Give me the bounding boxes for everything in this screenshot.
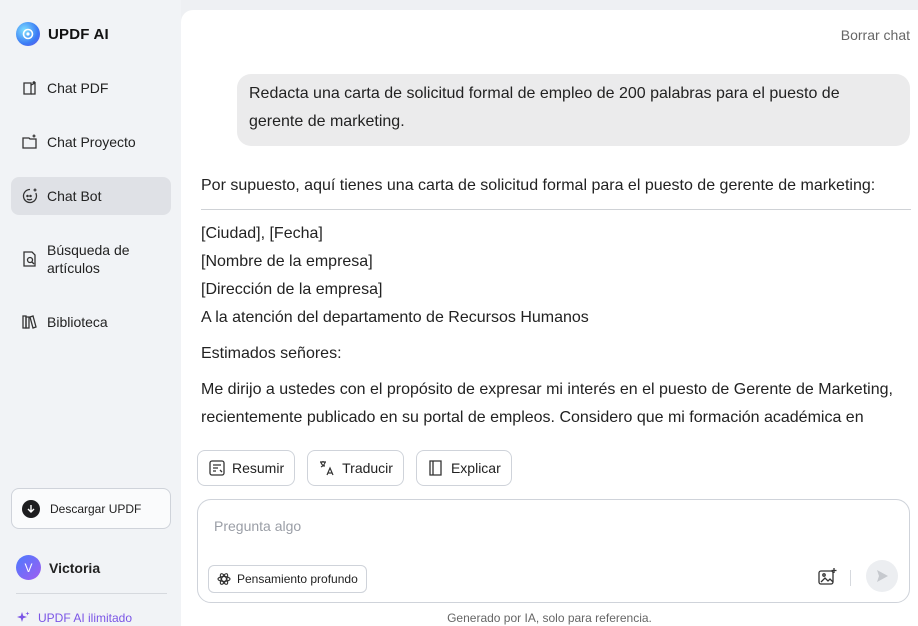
unlimited-label: UPDF AI ilimitado [38,611,133,625]
sidebar-item-label: Chat Bot [47,188,102,204]
send-button[interactable] [866,560,898,592]
chat-project-icon [21,133,39,151]
explain-label: Explicar [450,460,501,476]
download-label: Descargar UPDF [50,501,142,516]
image-plus-icon [818,568,837,585]
user-name: Victoria [49,559,101,576]
summarize-label: Resumir [232,460,285,476]
answer-divider [201,209,911,210]
deep-thinking-toggle[interactable]: Pensamiento profundo [208,565,367,593]
sidebar-item-library[interactable]: Biblioteca [11,303,171,341]
user-message: Redacta una carta de solicitud formal de… [237,74,910,146]
translate-label: Traducir [342,460,393,476]
composer: Pensamiento profundo [197,499,910,603]
book-icon [429,460,442,476]
avatar: V [16,555,41,580]
translate-icon [320,461,334,476]
deep-thinking-label: Pensamiento profundo [237,572,358,586]
summarize-button[interactable]: Resumir [197,450,296,486]
answer-greeting: Estimados señores: [201,345,342,362]
answer-line: [Nombre de la empresa] [201,253,373,270]
download-icon [22,499,40,518]
divider [850,570,851,586]
brand-name: UPDF AI [48,25,109,43]
sidebar-item-chat-bot[interactable]: Chat Bot [11,177,171,215]
sidebar-item-article-search[interactable]: Búsqueda de artículos [11,236,171,282]
user-profile[interactable]: V Victoria [16,555,100,580]
library-icon [21,313,39,331]
chat-pdf-icon [21,79,39,97]
question-input[interactable] [214,514,874,538]
upload-image-button[interactable] [816,566,838,588]
answer-line: A la atención del departamento de Recurs… [201,309,589,326]
chat-bot-icon [21,187,39,205]
clear-chat-button[interactable]: Borrar chat [841,27,910,43]
download-updf-button[interactable]: Descargar UPDF [11,488,171,529]
answer-intro: Por supuesto, aquí tienes una carta de s… [201,177,876,194]
updf-logo-icon [16,22,40,46]
sidebar-item-label: Chat Proyecto [47,134,136,150]
sidebar-item-label: Chat PDF [47,80,109,96]
translate-button[interactable]: Traducir [307,450,404,486]
answer-body: Me dirijo a ustedes con el propósito de … [201,381,893,426]
answer-line: [Dirección de la empresa] [201,281,383,298]
answer-address-block: [Ciudad], [Fecha] [Nombre de la empresa]… [201,220,911,332]
summarize-icon [209,460,225,476]
explain-button[interactable]: Explicar [415,450,512,486]
answer-line: [Ciudad], [Fecha] [201,225,323,242]
atom-icon [217,573,231,585]
unlimited-upgrade-link[interactable]: UPDF AI ilimitado [16,611,132,625]
divider [16,593,167,594]
sidebar-item-chat-pdf[interactable]: Chat PDF [11,69,171,107]
sidebar: UPDF AI Chat PDF Chat Proyecto Chat Bot … [0,0,181,626]
sparkle-icon [17,611,30,622]
chat-panel: Borrar chat Redacta una carta de solicit… [181,10,918,626]
article-search-icon [21,250,39,268]
sidebar-item-label: Biblioteca [47,314,108,330]
quick-actions: Resumir Traducir Explicar [197,450,512,486]
send-icon [877,570,888,582]
ai-disclaimer: Generado por IA, solo para referencia. [447,611,652,625]
sidebar-item-chat-project[interactable]: Chat Proyecto [11,123,171,161]
sidebar-item-label: Búsqueda de artículos [47,242,130,276]
ai-answer: Por supuesto, aquí tienes una carta de s… [201,174,911,432]
brand[interactable]: UPDF AI [16,22,109,46]
